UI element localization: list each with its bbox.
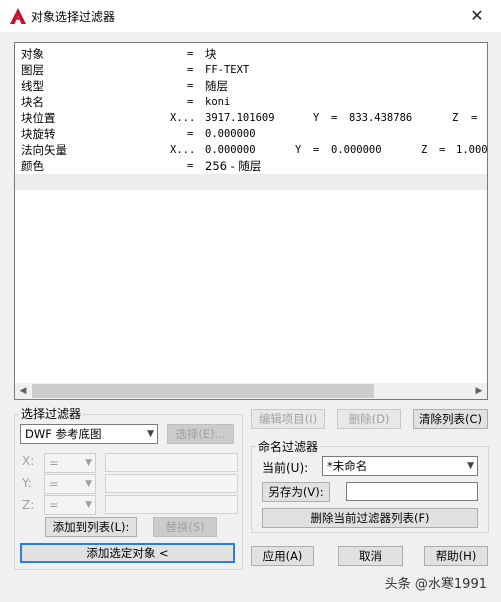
- current-filter-value: *未命名: [327, 459, 368, 473]
- row-name: 线型: [21, 79, 44, 93]
- close-icon[interactable]: ✕: [466, 5, 488, 27]
- row-z-value: 1.000: [456, 144, 488, 156]
- list-row[interactable]: 图层 = FF-TEXT: [15, 62, 487, 78]
- row-operator: =: [187, 48, 194, 60]
- object-type-value: DWF 参考底图: [25, 427, 102, 441]
- row-y-value: 0.000000: [331, 144, 382, 156]
- z-value-input[interactable]: [105, 495, 238, 514]
- row-operator: =: [187, 64, 194, 76]
- add-selected-object-button[interactable]: 添加选定对象 <: [20, 543, 235, 563]
- cancel-button[interactable]: 取消: [338, 546, 403, 566]
- row-value: 0.000000: [205, 128, 256, 140]
- row-z-operator: =: [471, 112, 478, 124]
- row-value: 256 - 随层: [205, 159, 262, 173]
- row-value: 0.000000: [205, 144, 256, 156]
- autocad-logo-icon: [10, 8, 26, 24]
- x-value-input[interactable]: [105, 453, 238, 472]
- row-name: 块旋转: [21, 127, 56, 141]
- chevron-down-icon: ▼: [147, 429, 154, 439]
- x-operator-value: =: [49, 456, 59, 470]
- scrollbar-thumb[interactable]: [32, 384, 374, 398]
- scroll-left-icon[interactable]: ◀: [15, 383, 31, 399]
- save-as-button[interactable]: 另存为(V):: [262, 482, 330, 502]
- row-value: 3917.101609: [205, 112, 275, 124]
- row-y-label: Y: [313, 112, 320, 124]
- row-z-label: Z: [421, 144, 428, 156]
- help-button[interactable]: 帮助(H): [424, 546, 488, 566]
- row-name: 块位置: [21, 111, 56, 125]
- row-name: 对象: [21, 47, 44, 61]
- chevron-down-icon: ▼: [85, 479, 92, 489]
- row-y-label: Y: [295, 144, 302, 156]
- row-value: koni: [205, 96, 231, 108]
- add-to-list-button[interactable]: 添加到列表(L):: [45, 517, 137, 537]
- list-row-empty-selected[interactable]: [15, 174, 487, 190]
- current-label: 当前(U):: [262, 461, 309, 475]
- list-row[interactable]: 块名 = koni: [15, 94, 487, 110]
- x-operator-dropdown[interactable]: = ▼: [44, 453, 96, 473]
- x-label: X:: [22, 454, 35, 468]
- replace-button[interactable]: 替换(S): [153, 517, 217, 537]
- current-filter-dropdown[interactable]: *未命名 ▼: [322, 456, 478, 476]
- z-operator-dropdown[interactable]: = ▼: [44, 495, 96, 515]
- select-filter-title: 选择过滤器: [19, 405, 84, 422]
- row-name: 法向矢量: [21, 143, 67, 157]
- row-operator: =: [187, 96, 194, 108]
- filter-list[interactable]: 对象 = 块 图层 = FF-TEXT 线型 = 随层 块名 = koni 块位…: [14, 42, 488, 400]
- row-y-operator: =: [331, 112, 338, 124]
- y-value-input[interactable]: [105, 474, 238, 493]
- row-name: 图层: [21, 63, 44, 77]
- object-type-dropdown[interactable]: DWF 参考底图 ▼: [20, 424, 158, 444]
- save-as-name-input[interactable]: [346, 482, 478, 501]
- row-name: 块名: [21, 95, 44, 109]
- z-operator-value: =: [49, 498, 59, 512]
- select-button[interactable]: 选择(E)...: [167, 424, 234, 444]
- apply-button[interactable]: 应用(A): [251, 546, 314, 566]
- window-title: 对象选择过滤器: [31, 10, 116, 24]
- delete-current-filter-list-button[interactable]: 删除当前过滤器列表(F): [262, 508, 478, 528]
- row-value: 块: [205, 47, 217, 61]
- row-y-operator: =: [313, 144, 320, 156]
- list-row[interactable]: 法向矢量 X... 0.000000 Y = 0.000000 Z = 1.00…: [15, 142, 487, 158]
- named-filters-title: 命名过滤器: [256, 438, 321, 455]
- scroll-right-icon[interactable]: ▶: [471, 383, 487, 399]
- chevron-down-icon: ▼: [85, 458, 92, 468]
- list-row[interactable]: 线型 = 随层: [15, 78, 487, 94]
- watermark: 头条 @水寒1991: [384, 577, 487, 592]
- list-row[interactable]: 颜色 = 256 - 随层: [15, 158, 487, 174]
- row-operator: =: [187, 128, 194, 140]
- edit-item-button[interactable]: 编辑项目(I): [251, 409, 325, 429]
- row-operator: X...: [170, 144, 196, 156]
- list-row[interactable]: 块旋转 = 0.000000: [15, 126, 487, 142]
- row-operator: =: [187, 160, 194, 172]
- list-row[interactable]: 对象 = 块: [15, 46, 487, 62]
- row-operator: =: [187, 80, 194, 92]
- y-label: Y:: [22, 476, 32, 490]
- row-z-operator: =: [439, 144, 446, 156]
- y-operator-value: =: [49, 477, 59, 491]
- list-row[interactable]: 块位置 X... 3917.101609 Y = 833.438786 Z =: [15, 110, 487, 126]
- row-value: FF-TEXT: [205, 64, 250, 76]
- chevron-down-icon: ▼: [467, 461, 474, 471]
- delete-button[interactable]: 删除(D): [337, 409, 401, 429]
- z-label: Z:: [22, 498, 35, 512]
- y-operator-dropdown[interactable]: = ▼: [44, 474, 96, 494]
- row-value: 随层: [205, 79, 228, 93]
- row-z-label: Z: [452, 112, 459, 124]
- row-name: 颜色: [21, 159, 44, 173]
- clear-list-button[interactable]: 清除列表(C): [413, 409, 488, 429]
- row-y-value: 833.438786: [349, 112, 413, 124]
- chevron-down-icon: ▼: [85, 500, 92, 510]
- row-operator: X...: [170, 112, 196, 124]
